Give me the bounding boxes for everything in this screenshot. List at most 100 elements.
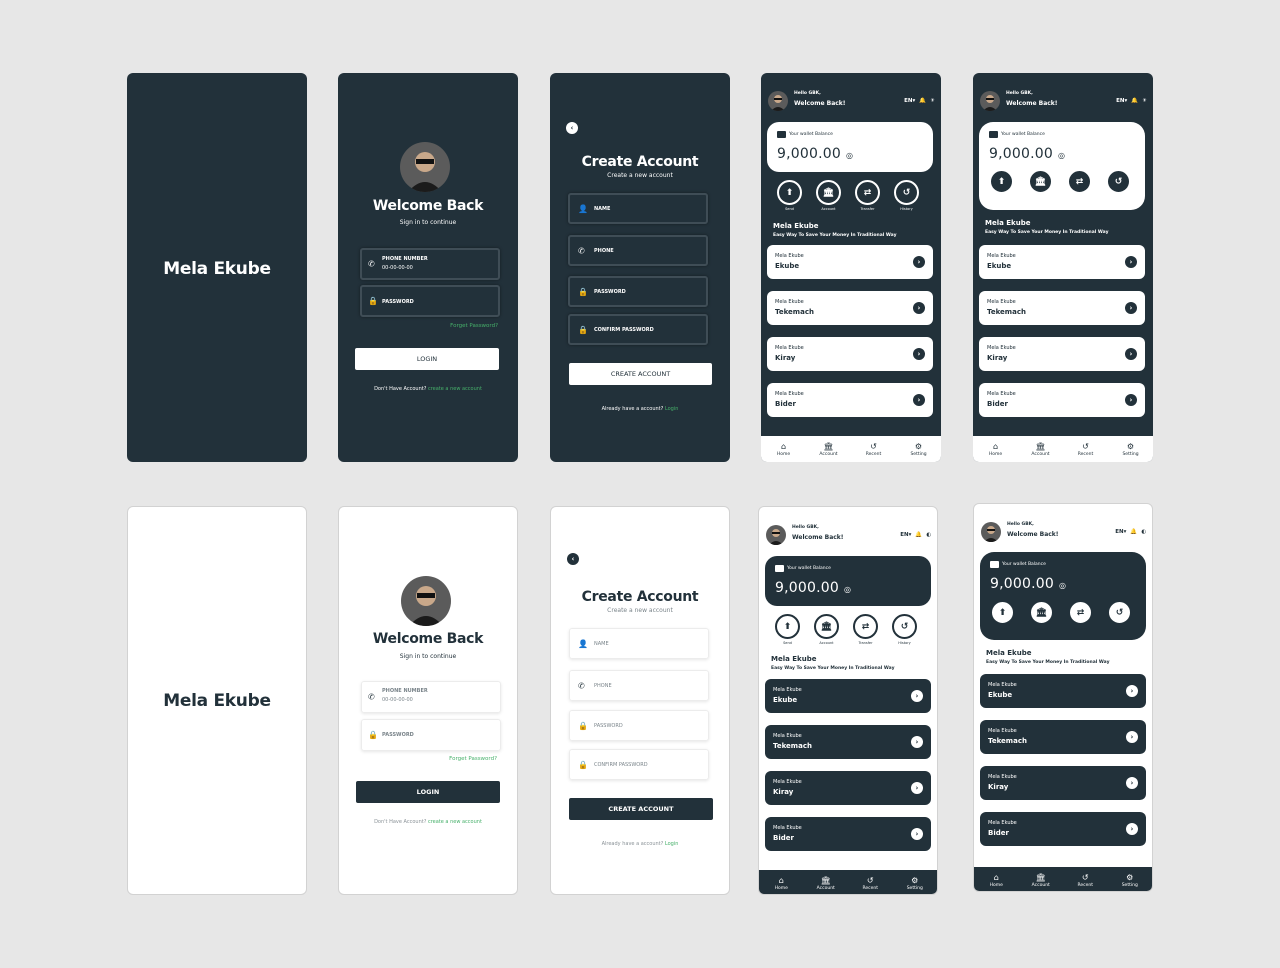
phone-value: 00-00-00-00 — [382, 697, 413, 703]
create-account-button[interactable]: CREATE ACCOUNT — [569, 798, 713, 820]
name-field[interactable]: 👤 NAME — [568, 193, 708, 224]
nav-home[interactable]: ⌂ Home — [766, 442, 802, 457]
language-selector[interactable]: EN▾ — [1115, 529, 1126, 535]
password-field[interactable]: 🔒 PASSWORD — [568, 276, 708, 307]
list-item[interactable]: Mela Ekube Tekemach › — [980, 720, 1146, 754]
quick-label: Transfer — [860, 207, 875, 211]
sun-icon[interactable]: ☀ — [1142, 98, 1147, 104]
quick-action-history[interactable]: ↺ History — [1106, 169, 1131, 200]
arrow-up-icon: ⬆ — [989, 169, 1014, 194]
bell-icon[interactable]: 🔔 — [1130, 529, 1137, 535]
nav-setting[interactable]: ⚙ Setting — [1112, 873, 1148, 888]
nav-setting[interactable]: ⚙ Setting — [1113, 442, 1149, 457]
list-item[interactable]: Mela Ekube Ekube › — [767, 245, 933, 279]
list-item[interactable]: Mela Ekube Bider › — [979, 383, 1145, 417]
list-item[interactable]: Mela Ekube Kiray › — [979, 337, 1145, 371]
login-button[interactable]: LOGIN — [355, 348, 499, 370]
confirm-password-field[interactable]: 🔒 CONFIRM PASSWORD — [568, 314, 708, 345]
nav-recent[interactable]: ↺ Recent — [856, 442, 892, 457]
nav-account[interactable]: 🏛 Account — [1023, 873, 1059, 888]
list-item[interactable]: Mela Ekube Kiray › — [980, 766, 1146, 800]
phone-field[interactable]: ✆ PHONE NUMBER 00-00-00-00 — [361, 681, 501, 713]
avatar[interactable] — [980, 91, 1000, 111]
list-item[interactable]: Mela Ekube Bider › — [765, 817, 931, 851]
nav-account[interactable]: 🏛 Account — [808, 876, 844, 891]
password-field[interactable]: 🔒 PASSWORD — [360, 285, 500, 317]
back-button[interactable]: ‹ — [567, 553, 579, 565]
name-field[interactable]: 👤 NAME — [569, 628, 709, 659]
language-selector[interactable]: EN▾ — [900, 532, 911, 538]
avatar[interactable] — [766, 525, 786, 545]
list-item[interactable]: Mela Ekube Ekube › — [979, 245, 1145, 279]
login-button[interactable]: LOGIN — [356, 781, 500, 803]
avatar[interactable] — [768, 91, 788, 111]
list-item[interactable]: Mela Ekube Bider › — [767, 383, 933, 417]
list-item[interactable]: Mela Ekube Bider › — [980, 812, 1146, 846]
quick-action-transfer[interactable]: ⇄ Transfer — [1068, 600, 1093, 631]
forgot-password-link[interactable]: Forget Password? — [449, 756, 497, 762]
quick-action-send[interactable]: ⬆ Send — [990, 600, 1015, 631]
nav-account[interactable]: 🏛 Account — [1023, 442, 1059, 457]
nav-home[interactable]: ⌂ Home — [763, 876, 799, 891]
confirm-password-field[interactable]: 🔒 CONFIRM PASSWORD — [569, 749, 709, 780]
bell-icon[interactable]: 🔔 — [919, 98, 926, 104]
login-link[interactable]: Login — [665, 406, 679, 412]
nav-setting[interactable]: ⚙ Setting — [897, 876, 933, 891]
eye-slash-icon[interactable]: ◎ — [1059, 581, 1066, 590]
quick-action-send[interactable]: ⬆ Send — [989, 169, 1014, 200]
create-account-link[interactable]: create a new account — [428, 819, 482, 825]
phone-field[interactable]: ✆ PHONE NUMBER 00-00-00-00 — [360, 248, 500, 280]
nav-recent[interactable]: ↺ Recent — [1067, 873, 1103, 888]
avatar[interactable] — [981, 522, 1001, 542]
create-account-button[interactable]: CREATE ACCOUNT — [569, 363, 712, 385]
bell-icon[interactable]: 🔔 — [915, 532, 922, 538]
quick-action-account[interactable]: 🏛 Account — [1029, 600, 1054, 631]
eye-slash-icon[interactable]: ◎ — [844, 585, 851, 594]
list-item[interactable]: Mela Ekube Tekemach › — [767, 291, 933, 325]
list-item[interactable]: Mela Ekube Ekube › — [765, 679, 931, 713]
list-item[interactable]: Mela Ekube Tekemach › — [765, 725, 931, 759]
eye-slash-icon[interactable]: ◎ — [846, 151, 853, 160]
nav-account[interactable]: 🏛 Account — [811, 442, 847, 457]
quick-action-send[interactable]: ⬆ Send — [775, 614, 800, 645]
quick-action-history[interactable]: ↺ History — [1107, 600, 1132, 631]
login-link[interactable]: Login — [665, 841, 679, 847]
quick-action-history[interactable]: ↺ History — [894, 180, 919, 211]
bell-icon[interactable]: 🔔 — [1131, 98, 1138, 104]
password-field[interactable]: 🔒 PASSWORD — [569, 710, 709, 741]
moon-icon[interactable]: ◐ — [926, 532, 931, 538]
page-subtitle: Create a new account — [607, 172, 673, 179]
back-button[interactable]: ‹ — [566, 122, 578, 134]
create-account-link[interactable]: create a new account — [428, 386, 482, 392]
nav-home[interactable]: ⌂ Home — [978, 873, 1014, 888]
moon-icon[interactable]: ◐ — [1141, 529, 1146, 535]
nav-recent[interactable]: ↺ Recent — [1068, 442, 1104, 457]
nav-label: Home — [776, 451, 791, 457]
quick-action-account[interactable]: 🏛 Account — [1028, 169, 1053, 200]
language-selector[interactable]: EN▾ — [904, 98, 915, 104]
quick-action-transfer[interactable]: ⇄ Transfer — [853, 614, 878, 645]
language-selector[interactable]: EN▾ — [1116, 98, 1127, 104]
wallet-balance: 9,000.00 ◎ — [990, 576, 1066, 592]
wallet-label: Your wallet Balance — [777, 131, 833, 138]
list-item[interactable]: Mela Ekube Kiray › — [767, 337, 933, 371]
phone-field[interactable]: ✆ PHONE — [568, 235, 708, 266]
nav-recent[interactable]: ↺ Recent — [852, 876, 888, 891]
list-item[interactable]: Mela Ekube Kiray › — [765, 771, 931, 805]
phone-field[interactable]: ✆ PHONE — [569, 670, 709, 701]
quick-action-account[interactable]: 🏛 Account — [814, 614, 839, 645]
eye-slash-icon[interactable]: ◎ — [1058, 151, 1065, 160]
nav-setting[interactable]: ⚙ Setting — [901, 442, 937, 457]
quick-action-history[interactable]: ↺ History — [892, 614, 917, 645]
forgot-password-link[interactable]: Forget Password? — [450, 323, 498, 329]
quick-action-transfer[interactable]: ⇄ Transfer — [855, 180, 880, 211]
password-field[interactable]: 🔒 PASSWORD — [361, 719, 501, 751]
nav-home[interactable]: ⌂ Home — [978, 442, 1014, 457]
list-item[interactable]: Mela Ekube Tekemach › — [979, 291, 1145, 325]
quick-action-account[interactable]: 🏛 Account — [816, 180, 841, 211]
list-item[interactable]: Mela Ekube Ekube › — [980, 674, 1146, 708]
quick-action-send[interactable]: ⬆ Send — [777, 180, 802, 211]
sun-icon[interactable]: ☀ — [930, 98, 935, 104]
page-subtitle: Sign in to continue — [399, 653, 457, 660]
quick-action-transfer[interactable]: ⇄ Transfer — [1067, 169, 1092, 200]
